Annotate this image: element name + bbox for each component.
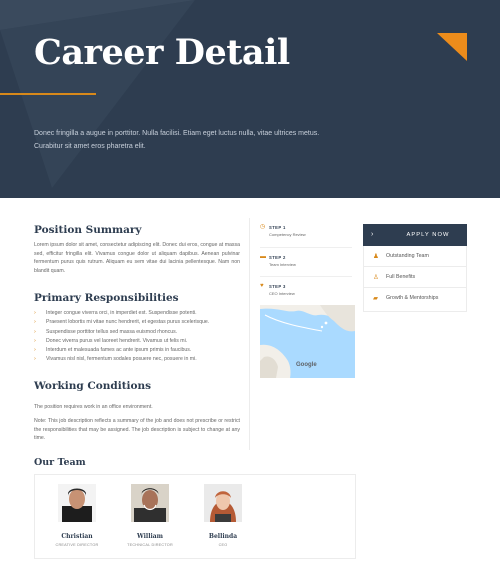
working-conditions-heading: Working Conditions <box>34 380 152 392</box>
apply-now-label: APPLY NOW <box>406 232 450 238</box>
benefits-list: ♟ Outstanding Team ♙ Full Benefits ▰ Gro… <box>363 246 467 312</box>
working-conditions-note: Note: This job description reflects a su… <box>34 418 240 442</box>
chat-icon: ▬ <box>260 254 266 260</box>
member-role: CREATIVE DIRECTOR <box>55 543 99 547</box>
step-name: Competency Review <box>269 232 306 237</box>
map-google-logo: Google <box>296 362 317 368</box>
apply-now-button[interactable]: › APPLY NOW <box>363 224 467 246</box>
title-underline <box>0 93 96 95</box>
list-item-text: Suspendisse porttitor tellus sed massa e… <box>46 328 178 335</box>
list-item-text: Praesent lobortis mi vitae nunc hendreri… <box>46 319 210 326</box>
step-number: STEP 2 <box>269 255 286 260</box>
step-name: CEO Interview <box>269 291 295 296</box>
location-map[interactable]: Google <box>260 305 355 378</box>
responsibilities-heading: Primary Responsibilities <box>34 292 179 304</box>
list-item: › Interdum et malesuada fames ac ante ips… <box>34 346 244 355</box>
chevron-right-icon: › <box>34 310 36 316</box>
hero-description-line2: Curabitur sit amet eros pharetra elit. <box>34 143 146 150</box>
list-item: › Integer congue viverra orci, in imperdi… <box>34 309 244 318</box>
list-item-text: Vivamus nisl nisl, fermentum sodales pos… <box>46 356 197 363</box>
member-name: Bellinda <box>208 533 238 540</box>
hero-description: Donec fringilla a augue in porttitor. Nu… <box>34 127 334 153</box>
step-divider <box>260 247 352 248</box>
member-name: William <box>137 533 163 540</box>
avatar <box>58 484 96 522</box>
benefit-item: ♙ Full Benefits <box>364 267 466 288</box>
chevron-right-icon: › <box>34 319 36 326</box>
hero-description-line1: Donec fringilla a augue in porttitor. Nu… <box>34 130 320 137</box>
step-divider <box>260 276 352 277</box>
benefit-item: ▰ Growth & Mentorships <box>364 288 466 309</box>
list-item: › Vivamus nisl nisl, fermentum sodales po… <box>34 355 244 364</box>
chevron-right-icon: › <box>371 231 374 238</box>
position-summary-heading: Position Summary <box>34 224 142 236</box>
chevron-right-icon: › <box>34 347 36 354</box>
book-icon: ▰ <box>373 295 378 302</box>
column-divider <box>249 218 250 450</box>
step-name: Team Interview <box>269 262 296 267</box>
chevron-right-icon: › <box>34 337 36 344</box>
step-number: STEP 3 <box>269 284 286 289</box>
list-item: › Praesent lobortis mi vitae nunc hendrer… <box>34 318 244 327</box>
benefit-label: Growth & Mentorships <box>386 295 439 301</box>
list-item: › Suspendisse porttitor tellus sed massa … <box>34 328 244 337</box>
team-icon: ♟ <box>373 253 379 260</box>
list-item-text: Integer congue viverra orci, in imperdie… <box>46 310 197 316</box>
list-item: › Donec viverra purus vel laoreet hendrer… <box>34 337 244 346</box>
avatar <box>204 484 242 522</box>
chevron-right-icon: › <box>34 328 36 335</box>
working-conditions-text: The position requires work in an office … <box>34 404 153 410</box>
responsibilities-list: › Integer congue viverra orci, in imperdi… <box>34 309 244 365</box>
list-item-text: Interdum et malesuada fames ac ante ipsu… <box>46 347 192 354</box>
list-item-text: Donec viverra purus vel laoreet hendreri… <box>46 337 188 344</box>
corner-accent-icon <box>437 33 467 61</box>
clock-icon: ◷ <box>260 224 266 230</box>
member-name: Christian <box>61 533 93 540</box>
page-title: Career Detail <box>34 32 290 73</box>
handshake-icon: ♥ <box>260 283 264 289</box>
avatar <box>131 484 169 522</box>
benefit-item: ♟ Outstanding Team <box>364 246 466 267</box>
benefit-label: Full Benefits <box>386 274 416 280</box>
step-number: STEP 1 <box>269 225 286 230</box>
team-heading: Our Team <box>34 457 86 468</box>
benefit-label: Outstanding Team <box>386 253 429 259</box>
position-summary-text: Lorem ipsum dolor sit amet, consectetur … <box>34 242 240 274</box>
chevron-right-icon: › <box>34 356 36 363</box>
hero-decorative-triangle <box>0 0 195 188</box>
member-role: CEO <box>218 543 228 547</box>
person-icon: ♙ <box>373 274 379 281</box>
hero-banner: Career Detail Donec fringilla a augue in… <box>0 0 500 198</box>
member-role: TECHNICAL DIRECTOR <box>127 543 173 547</box>
